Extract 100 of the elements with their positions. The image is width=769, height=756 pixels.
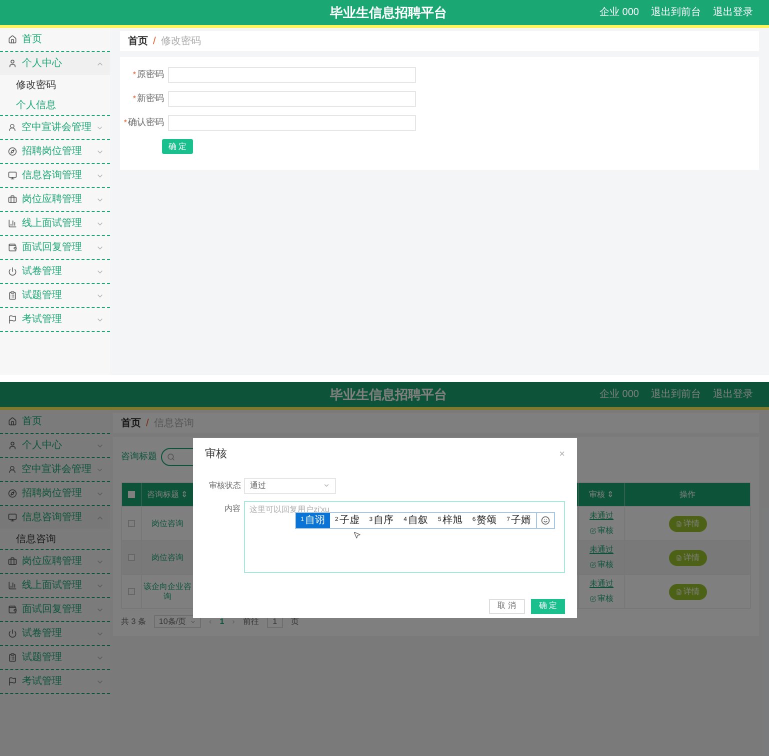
edit-icon xyxy=(590,596,596,602)
sidebar-item[interactable]: 招聘岗位管理 xyxy=(0,140,110,163)
header-link[interactable]: 退出到前台 xyxy=(651,387,701,402)
document-icon xyxy=(676,588,682,594)
required-mark: * xyxy=(132,69,136,81)
flag-icon xyxy=(8,315,17,324)
status-link[interactable]: 未通过 xyxy=(590,578,614,590)
breadcrumb-separator: / xyxy=(153,34,156,48)
wallet-icon xyxy=(8,243,17,252)
sidebar-item[interactable]: 首页 xyxy=(0,28,110,51)
field-label: 确认密码 xyxy=(128,116,164,130)
search-icon xyxy=(167,453,175,461)
field-label: 新密码 xyxy=(137,92,164,106)
header-link[interactable]: 退出到前台 xyxy=(651,5,701,20)
edit-icon xyxy=(590,562,596,568)
goto-suffix: 页 xyxy=(290,616,299,628)
required-mark: * xyxy=(124,117,127,129)
flag-icon xyxy=(8,677,17,686)
sidebar-item[interactable]: 考试管理 xyxy=(0,670,110,693)
sidebar-item[interactable]: 首页 xyxy=(0,410,110,433)
row-checkbox[interactable] xyxy=(128,520,135,527)
breadcrumb-item[interactable]: 修改密码 xyxy=(160,34,201,48)
header-link[interactable]: 企业 000 xyxy=(600,5,639,20)
header-link[interactable]: 退出登录 xyxy=(713,387,753,402)
row-checkbox[interactable] xyxy=(128,588,135,595)
person-icon xyxy=(8,123,16,132)
clipboard-icon xyxy=(8,291,17,300)
submenu-item[interactable]: 信息咨询 xyxy=(0,529,110,549)
emoji-icon[interactable] xyxy=(541,516,550,524)
sidebar-item[interactable]: 线上面试管理 xyxy=(0,212,110,235)
sidebar-item[interactable]: 面试回复管理 xyxy=(0,236,110,259)
monitor-icon xyxy=(8,171,17,180)
compass-icon xyxy=(8,489,17,498)
clipboard-icon xyxy=(8,653,17,662)
sidebar-item[interactable]: 个人中心 xyxy=(0,434,110,457)
review-link[interactable]: 审核 xyxy=(590,525,614,537)
select-all-checkbox[interactable] xyxy=(128,491,135,498)
breadcrumb-item[interactable]: 首页 xyxy=(128,34,148,48)
briefcase-icon xyxy=(8,195,17,204)
mouse-cursor-icon xyxy=(352,530,361,538)
submenu-item[interactable]: 修改密码 xyxy=(0,75,110,95)
status-select[interactable]: 通过 xyxy=(244,478,336,494)
field-label: 原密码 xyxy=(137,68,164,82)
submit-button[interactable]: 确 定 xyxy=(162,139,193,154)
sidebar-item[interactable]: 试题管理 xyxy=(0,284,110,307)
sidebar-item[interactable]: 线上面试管理 xyxy=(0,574,110,597)
content-label: 内容 xyxy=(224,502,241,514)
compass-icon xyxy=(8,147,17,156)
submenu-item[interactable]: 个人信息 xyxy=(0,95,110,115)
chevron-down-icon xyxy=(190,618,196,624)
header-link[interactable]: 退出登录 xyxy=(713,5,753,20)
sidebar-item[interactable]: 试卷管理 xyxy=(0,260,110,283)
required-mark: * xyxy=(132,93,136,105)
page-number[interactable]: 1 xyxy=(220,616,224,628)
cancel-button[interactable]: 取 消 xyxy=(488,598,525,614)
close-button[interactable]: × xyxy=(559,446,565,462)
row-checkbox[interactable] xyxy=(128,554,135,561)
edit-icon xyxy=(590,528,596,534)
sidebar-item[interactable]: 试题管理 xyxy=(0,646,110,669)
details-button[interactable]: 详情 xyxy=(668,584,706,600)
sidebar-item[interactable]: 空中宣讲会管理 xyxy=(0,458,110,481)
sidebar-item[interactable]: 个人中心 xyxy=(0,52,110,75)
sidebar-item[interactable]: 试卷管理 xyxy=(0,622,110,645)
sidebar-item[interactable]: 招聘岗位管理 xyxy=(0,482,110,505)
monitor-icon xyxy=(8,513,17,522)
confirm-button[interactable]: 确 定 xyxy=(530,598,565,614)
home-icon xyxy=(8,417,17,426)
header-link[interactable]: 企业 000 xyxy=(600,387,639,402)
power-icon xyxy=(8,629,17,638)
sidebar-item[interactable]: 信息咨询管理 xyxy=(0,164,110,187)
chevron-down-icon xyxy=(96,124,104,132)
page-size-select[interactable]: 10条/页 xyxy=(154,615,202,628)
briefcase-icon xyxy=(8,557,17,566)
wallet-icon xyxy=(8,605,17,614)
chevron-down-icon xyxy=(96,466,104,474)
breadcrumb-separator: / xyxy=(146,416,149,430)
sidebar-item[interactable]: 岗位应聘管理 xyxy=(0,188,110,211)
person-icon xyxy=(8,465,16,474)
review-link[interactable]: 审核 xyxy=(590,593,614,605)
user-icon xyxy=(8,59,17,68)
details-button[interactable]: 详情 xyxy=(668,550,706,566)
status-label: 审核状态 xyxy=(208,480,241,492)
details-button[interactable]: 详情 xyxy=(668,516,706,532)
password-field[interactable] xyxy=(168,67,416,83)
sidebar-item[interactable]: 面试回复管理 xyxy=(0,598,110,621)
breadcrumb-item[interactable]: 首页 xyxy=(121,416,141,430)
total-count: 共 3 条 xyxy=(121,616,146,628)
password-field[interactable] xyxy=(168,91,416,107)
app-title: 毕业生信息招聘平台 xyxy=(330,4,447,22)
sidebar-item[interactable]: 考试管理 xyxy=(0,308,110,331)
bar-chart-icon xyxy=(8,581,17,590)
chevron-down-icon xyxy=(323,482,330,489)
review-link[interactable]: 审核 xyxy=(590,559,614,571)
status-link[interactable]: 未通过 xyxy=(590,510,614,522)
status-link[interactable]: 未通过 xyxy=(590,544,614,556)
bar-chart-icon xyxy=(8,219,17,228)
password-field[interactable] xyxy=(168,115,416,131)
sidebar-item[interactable]: 岗位应聘管理 xyxy=(0,550,110,573)
document-icon xyxy=(676,554,682,560)
sidebar-item[interactable]: 空中宣讲会管理 xyxy=(0,116,110,139)
